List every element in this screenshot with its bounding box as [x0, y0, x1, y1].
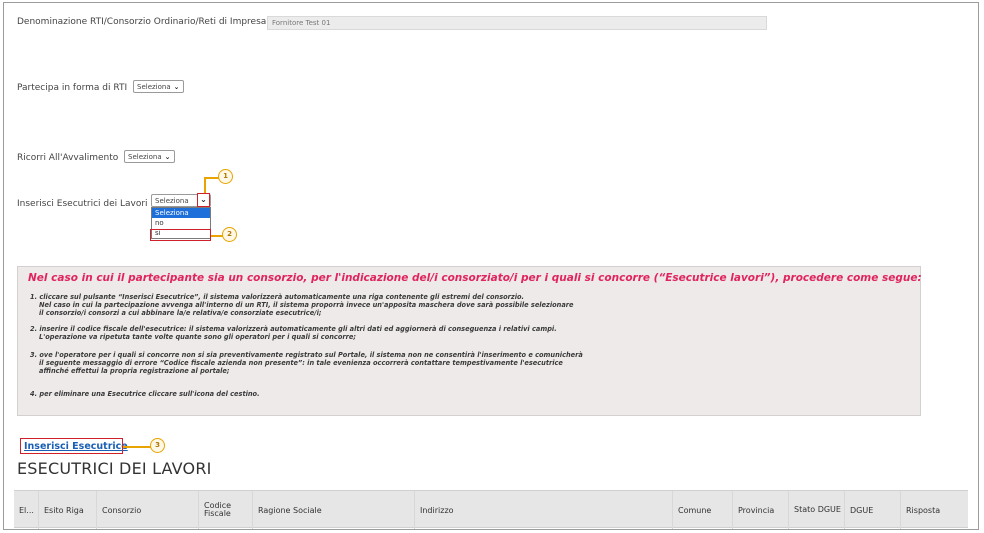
callout-line — [204, 177, 219, 179]
instruction-1-line-1: 1. cliccare sul pulsante “Inserisci Esec… — [30, 293, 525, 301]
dropdown-toggle[interactable]: ⌄ — [197, 193, 210, 207]
highlight-si-option — [150, 229, 211, 241]
instruction-1-line-3: il consorzio/i consorzi a cui abbinare l… — [39, 309, 322, 317]
column-header[interactable]: Esito Riga — [39, 491, 97, 529]
instruction-4-line-1: 4. per eliminare una Esecutrice cliccare… — [30, 390, 260, 398]
instruction-2-line-1: 2. inserire il codice fiscale dell'esecu… — [30, 325, 557, 333]
partecipa-rti-value: Seleziona — [137, 83, 171, 91]
instruction-1-line-2: Nel caso in cui la partecipazione avveng… — [39, 301, 574, 309]
instruction-1: 1. cliccare sul pulsante “Inserisci Esec… — [30, 293, 574, 317]
column-header[interactable]: Consorzio — [97, 491, 199, 529]
instruction-3-line-3: affinché effettui la propria registrazio… — [39, 367, 230, 375]
column-header[interactable]: Comune — [673, 491, 733, 529]
column-header[interactable]: Indirizzo — [415, 491, 673, 529]
column-header[interactable]: El... — [14, 491, 39, 529]
avvalimento-value: Seleziona — [128, 153, 162, 161]
instruction-2: 2. inserire il codice fiscale dell'esecu… — [30, 325, 557, 341]
instruction-4: 4. per eliminare una Esecutrice cliccare… — [30, 390, 260, 398]
denominazione-field: Fornitore Test 01 — [267, 16, 767, 30]
highlight-link — [20, 438, 123, 454]
column-header[interactable]: Provincia — [733, 491, 789, 529]
callout-badge-3: 3 — [150, 438, 165, 453]
esecutrici-label: Inserisci Esecutrici dei Lavori — [17, 199, 148, 209]
avvalimento-select[interactable]: Seleziona ⌄ — [124, 150, 175, 163]
chevron-down-icon: ⌄ — [173, 83, 180, 91]
column-header[interactable]: Stato DGUE — [789, 491, 845, 529]
partecipa-rti-select[interactable]: Seleziona ⌄ — [133, 80, 184, 93]
callout-badge-2: 2 — [222, 227, 237, 242]
column-header[interactable]: Codice Fiscale — [199, 491, 253, 529]
partecipa-rti-label: Partecipa in forma di RTI — [17, 83, 128, 93]
instructions-box: Nel caso in cui il partecipante sia un c… — [17, 266, 922, 416]
esecutrici-value: Seleziona — [155, 197, 189, 205]
chevron-down-icon: ⌄ — [200, 195, 207, 204]
instruction-3: 3. ove l'operatore per i quali si concor… — [30, 351, 583, 375]
column-header[interactable]: DGUE — [845, 491, 901, 529]
column-header[interactable]: Ragione Sociale — [253, 491, 415, 529]
table-header: El... Esito Riga Consorzio Codice Fiscal… — [14, 490, 968, 529]
callout-line — [204, 177, 206, 193]
avvalimento-label: Ricorri All'Avvalimento — [17, 153, 119, 163]
callout-line — [123, 446, 151, 448]
instruction-3-line-1: 3. ove l'operatore per i quali si concor… — [30, 351, 583, 359]
callout-badge-1: 1 — [218, 169, 233, 184]
option-seleziona[interactable]: Seleziona — [152, 208, 210, 218]
column-header[interactable]: Risposta — [901, 491, 968, 529]
instruction-2-line-2: L'operazione va ripetuta tante volte qua… — [39, 333, 356, 341]
option-no[interactable]: no — [152, 218, 210, 228]
instructions-title: Nel caso in cui il partecipante sia un c… — [28, 272, 922, 284]
instruction-3-line-2: il seguente messaggio di errore “Codice … — [39, 359, 563, 367]
denominazione-label: Denominazione RTI/Consorzio Ordinario/Re… — [17, 17, 267, 27]
section-title: ESECUTRICI DEI LAVORI — [17, 459, 212, 478]
chevron-down-icon: ⌄ — [164, 153, 171, 161]
